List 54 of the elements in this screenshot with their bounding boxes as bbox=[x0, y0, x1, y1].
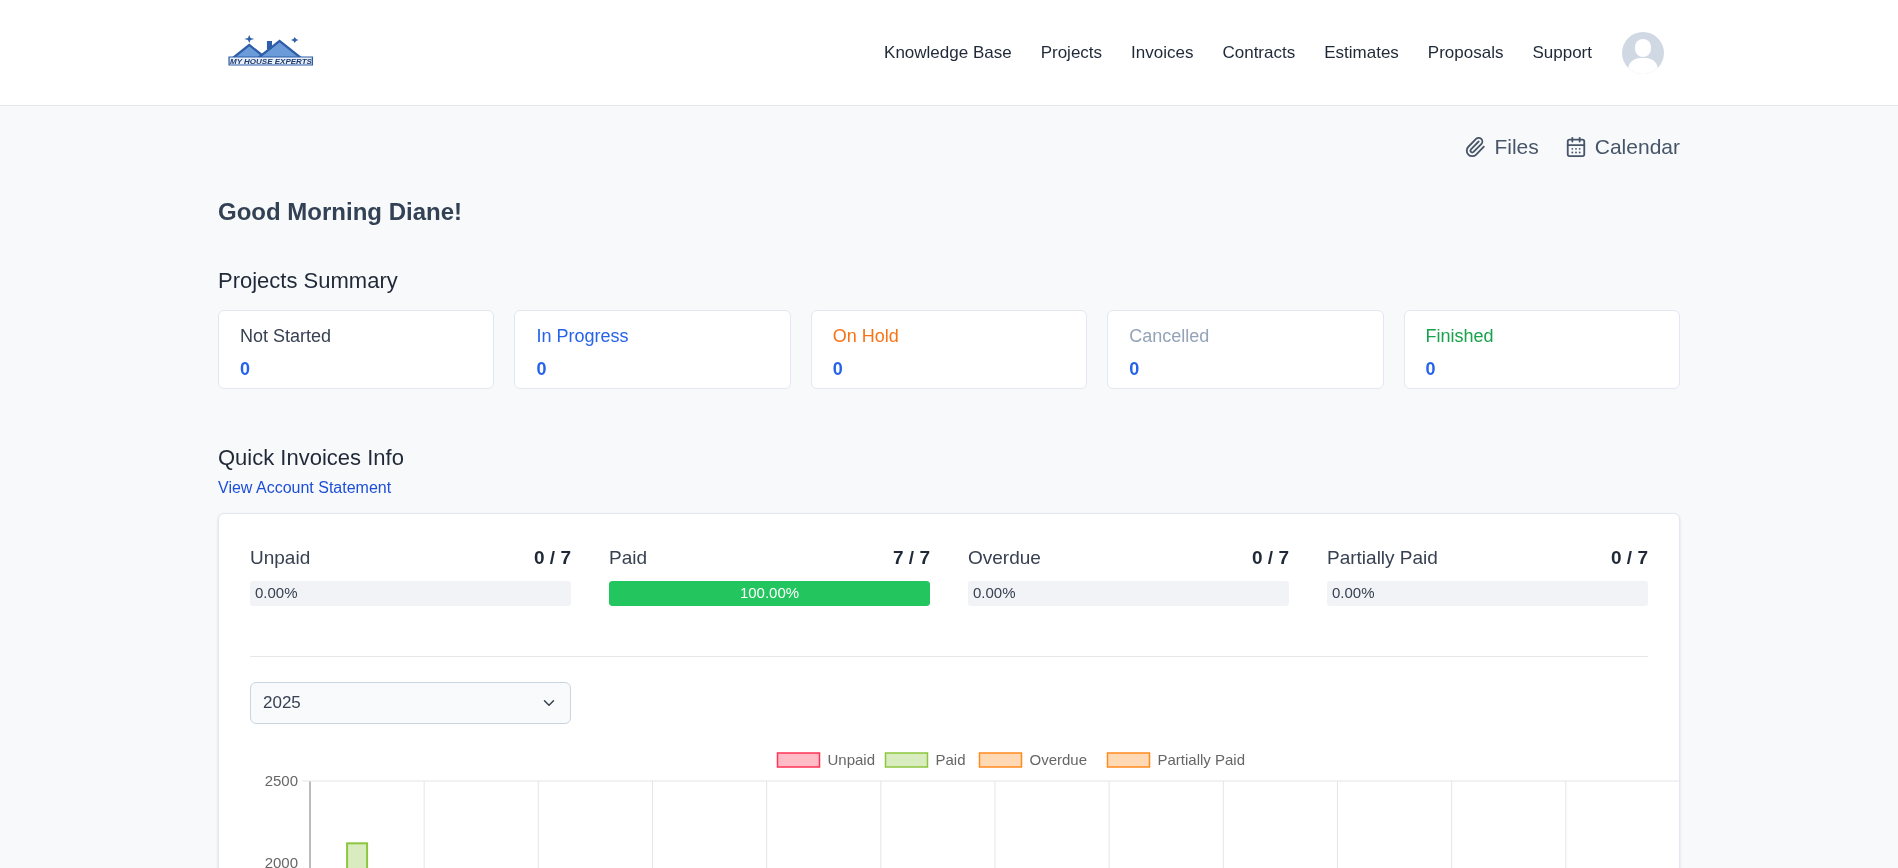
invoice-status-label: Paid bbox=[609, 545, 648, 570]
logo-text: MY HOUSE EXPERTS bbox=[230, 56, 312, 67]
section-heading: Projects Summary bbox=[218, 266, 398, 295]
files-link[interactable]: Files bbox=[1464, 131, 1539, 163]
status-card[interactable]: Not Started 0 bbox=[218, 309, 495, 389]
legend-label: Partially Paid bbox=[1157, 751, 1246, 768]
nav-link[interactable]: Knowledge Base bbox=[884, 39, 1012, 66]
status-label: On Hold bbox=[832, 324, 899, 348]
legend-item[interactable]: Unpaid bbox=[776, 751, 876, 768]
status-card[interactable]: In Progress 0 bbox=[514, 309, 791, 389]
nav-link[interactable]: Projects bbox=[1040, 39, 1103, 66]
status-label: Finished bbox=[1425, 324, 1494, 348]
status-label: Not Started bbox=[240, 324, 332, 348]
chart-bar bbox=[346, 842, 369, 868]
invoice-count: 0 / 7 bbox=[1611, 545, 1648, 570]
status-card[interactable]: Finished 0 bbox=[1403, 309, 1680, 389]
legend-item[interactable]: Partially Paid bbox=[1106, 751, 1246, 768]
calendar-icon bbox=[1564, 135, 1587, 158]
status-label: In Progress bbox=[536, 324, 629, 348]
status-count: 0 bbox=[1129, 357, 1140, 381]
nav-link[interactable]: Invoices bbox=[1131, 39, 1194, 66]
paperclip-icon bbox=[1464, 135, 1487, 158]
status-count: 0 bbox=[536, 357, 547, 381]
status-label: Cancelled bbox=[1129, 324, 1210, 348]
status-card[interactable]: Cancelled 0 bbox=[1107, 309, 1384, 389]
status-count: 0 bbox=[832, 357, 843, 381]
progress-reading: 100.00% bbox=[738, 583, 801, 604]
invoice-status-label: Partially Paid bbox=[1327, 545, 1438, 570]
status-card[interactable]: On Hold 0 bbox=[810, 309, 1088, 389]
nav-link[interactable]: Support bbox=[1532, 39, 1592, 66]
y-axis-label: 2500 bbox=[264, 772, 298, 789]
calendar-link[interactable]: Calendar bbox=[1564, 131, 1680, 163]
status-count: 0 bbox=[1425, 357, 1436, 381]
legend-item[interactable]: Overdue bbox=[978, 751, 1088, 768]
legend-label: Paid bbox=[935, 751, 966, 768]
invoice-status-label: Overdue bbox=[968, 545, 1041, 570]
invoice-count: 0 / 7 bbox=[534, 545, 571, 570]
account-statement-link[interactable]: View Account Statement bbox=[218, 475, 392, 500]
status-count: 0 bbox=[240, 357, 250, 381]
greeting-heading: Good Morning Diane! bbox=[218, 196, 462, 227]
progress-reading: 0.00% bbox=[255, 583, 298, 604]
invoice-count: 7 / 7 bbox=[893, 545, 930, 570]
nav-link[interactable]: Estimates bbox=[1324, 39, 1399, 66]
progress-reading: 0.00% bbox=[1332, 583, 1375, 604]
section-heading: Quick Invoices Info bbox=[218, 443, 404, 472]
progress-reading: 0.00% bbox=[973, 583, 1016, 604]
year-select[interactable]: 2025 bbox=[250, 682, 571, 724]
invoice-count: 0 / 7 bbox=[1252, 545, 1289, 570]
legend-label: Overdue bbox=[1029, 751, 1088, 768]
y-axis-label: 2000 bbox=[264, 854, 298, 868]
nav-link[interactable]: Contracts bbox=[1222, 39, 1296, 66]
invoice-status-label: Unpaid bbox=[250, 545, 311, 570]
legend-label: Unpaid bbox=[827, 751, 876, 768]
nav-link[interactable]: Proposals bbox=[1427, 39, 1504, 66]
